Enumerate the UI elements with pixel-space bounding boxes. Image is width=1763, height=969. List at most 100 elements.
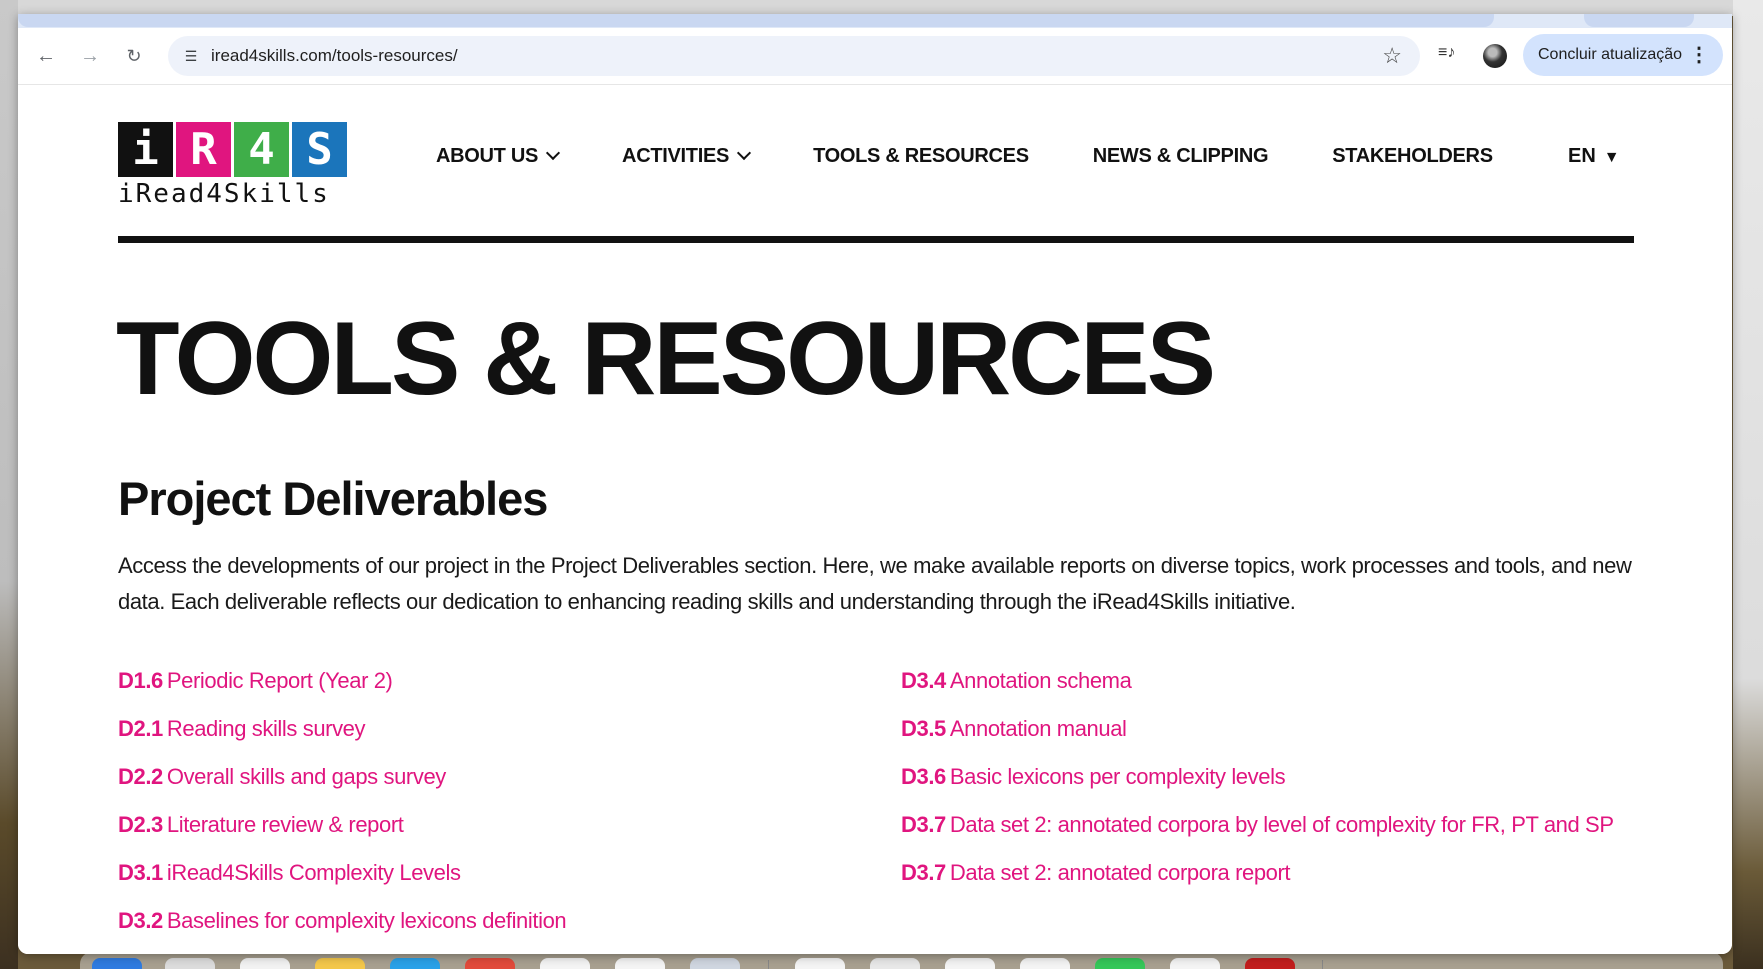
dock-app-icon[interactable] <box>615 958 665 969</box>
deliverable-title: Periodic Report (Year 2) <box>166 668 393 693</box>
active-tab[interactable] <box>18 14 1494 27</box>
dock-app-icon[interactable] <box>465 958 515 969</box>
forward-button[interactable]: → <box>76 42 104 70</box>
deliverable-code: D1.6 <box>118 668 163 693</box>
deliverable-code: D2.2 <box>118 764 163 789</box>
dock-app-icon[interactable] <box>1170 958 1220 969</box>
nav-label: TOOLS & RESOURCES <box>813 145 1029 167</box>
main-nav: ABOUT US ACTIVITIES TOOLS & RESOURCES NE… <box>436 145 1557 168</box>
deliverable-title: Reading skills survey <box>166 716 366 741</box>
arrow-left-icon: ← <box>36 45 56 67</box>
deliverable-title: iRead4Skills Complexity Levels <box>166 860 461 885</box>
deliverable-link[interactable]: D3.1 iRead4Skills Complexity Levels <box>118 855 878 890</box>
finish-update-button[interactable]: Concluir atualização ⋮ <box>1523 34 1723 76</box>
deliverable-link[interactable]: D3.6 Basic lexicons per complexity levels <box>901 759 1631 794</box>
deliverable-code: D3.7 <box>901 860 946 885</box>
nav-item-activities[interactable]: ACTIVITIES <box>622 145 752 168</box>
dock-app-icon[interactable] <box>240 958 290 969</box>
deliverable-code: D3.1 <box>118 860 163 885</box>
deliverable-title: Literature review & report <box>166 812 404 837</box>
deliverables-list-left: D1.6 Periodic Report (Year 2) D2.1 Reading… <box>118 663 878 951</box>
dock-app-icon[interactable] <box>1020 958 1070 969</box>
page-content: i R 4 S iRead4Skills ABOUT US ACTIVITIES… <box>18 85 1732 954</box>
deliverable-code: D3.6 <box>901 764 946 789</box>
dock-app-icon[interactable] <box>540 958 590 969</box>
deliverable-code: D2.3 <box>118 812 163 837</box>
nav-label: STAKEHOLDERS <box>1332 145 1493 167</box>
deliverable-code: D3.2 <box>118 908 163 933</box>
section-title: Project Deliverables <box>118 472 548 525</box>
desktop-left-edge <box>0 0 18 969</box>
header-divider <box>118 236 1634 243</box>
chevron-down-icon <box>736 145 752 161</box>
deliverable-link[interactable]: D2.1 Reading skills survey <box>118 711 878 746</box>
reading-list-icon[interactable]: ≡♪ <box>1438 44 1455 62</box>
deliverable-title: Data set 2: annotated corpora report <box>949 860 1291 885</box>
deliverable-link[interactable]: D3.4 Annotation schema <box>901 663 1631 698</box>
reload-button[interactable]: ↻ <box>120 42 148 70</box>
section-intro: Access the developments of our project i… <box>118 553 1632 614</box>
reload-icon: ↻ <box>126 46 142 66</box>
logo-tiles: i R 4 S <box>118 122 347 177</box>
language-label: EN <box>1568 145 1596 167</box>
deliverable-link[interactable]: D3.7 Data set 2: annotated corpora report <box>901 855 1631 890</box>
dock-separator <box>768 960 769 969</box>
dock-app-icon[interactable] <box>1245 958 1295 969</box>
address-bar[interactable]: ☰ iread4skills.com/tools-resources/ ☆ <box>168 36 1420 76</box>
chevron-down-icon <box>545 145 561 161</box>
logo-tile: R <box>176 122 231 177</box>
profile-avatar[interactable] <box>1483 44 1507 68</box>
nav-label: NEWS & CLIPPING <box>1092 145 1269 167</box>
url-text[interactable]: iread4skills.com/tools-resources/ <box>211 36 458 76</box>
dock-app-icon[interactable] <box>165 958 215 969</box>
deliverable-title: Baselines for complexity lexicons defini… <box>166 908 567 933</box>
dock-app-icon[interactable] <box>945 958 995 969</box>
deliverable-link[interactable]: D3.2 Baselines for complexity lexicons de… <box>118 903 878 938</box>
tab[interactable] <box>1584 14 1694 27</box>
deliverable-code: D2.1 <box>118 716 163 741</box>
deliverable-title: Annotation manual <box>949 716 1127 741</box>
logo-tile: S <box>292 122 347 177</box>
browser-toolbar: ← → ↻ ☰ iread4skills.com/tools-resources… <box>18 28 1732 85</box>
deliverable-title: Data set 2: annotated corpora by level o… <box>949 812 1614 837</box>
logo-tile: i <box>118 122 173 177</box>
kebab-menu-icon[interactable]: ⋮ <box>1689 34 1709 76</box>
caret-down-icon: ▼ <box>1603 149 1620 166</box>
nav-item-news-clipping[interactable]: NEWS & CLIPPING <box>1093 145 1269 168</box>
tab-strip <box>18 14 1732 28</box>
dock-separator <box>1322 960 1323 969</box>
deliverables-list-right: D3.4 Annotation schema D3.5 Annotation man… <box>901 663 1631 903</box>
page-title: TOOLS & RESOURCES <box>116 301 1216 417</box>
deliverable-code: D3.5 <box>901 716 946 741</box>
deliverable-title: Overall skills and gaps survey <box>166 764 446 789</box>
nav-item-tools-resources[interactable]: TOOLS & RESOURCES <box>813 145 1029 168</box>
nav-item-about-us[interactable]: ABOUT US <box>436 145 561 168</box>
desktop-right-edge <box>1733 0 1763 969</box>
language-selector[interactable]: EN ▼ <box>1568 145 1620 168</box>
site-logo[interactable]: i R 4 S iRead4Skills <box>118 122 347 209</box>
site-info-icon[interactable]: ☰ <box>180 45 202 67</box>
dock-app-icon[interactable] <box>1095 958 1145 969</box>
nav-item-stakeholders[interactable]: STAKEHOLDERS <box>1332 145 1493 168</box>
dock-finder-icon[interactable] <box>92 958 142 969</box>
bookmark-star-icon[interactable]: ☆ <box>1382 42 1402 70</box>
update-label: Concluir atualização <box>1538 46 1683 63</box>
deliverable-title: Basic lexicons per complexity levels <box>949 764 1286 789</box>
deliverable-link[interactable]: D3.7 Data set 2: annotated corpora by lev… <box>901 807 1631 842</box>
deliverable-link[interactable]: D2.3 Literature review & report <box>118 807 878 842</box>
dock-app-icon[interactable] <box>795 958 845 969</box>
dock-app-icon[interactable] <box>315 958 365 969</box>
dock-app-icon[interactable] <box>690 958 740 969</box>
logo-wordmark: iRead4Skills <box>118 179 330 209</box>
deliverable-link[interactable]: D2.2 Overall skills and gaps survey <box>118 759 878 794</box>
nav-label: ABOUT US <box>436 145 539 167</box>
deliverable-code: D3.4 <box>901 668 946 693</box>
deliverable-link[interactable]: D3.5 Annotation manual <box>901 711 1631 746</box>
arrow-right-icon: → <box>80 45 100 67</box>
back-button[interactable]: ← <box>32 42 60 70</box>
deliverable-title: Annotation schema <box>949 668 1132 693</box>
dock-app-icon[interactable] <box>870 958 920 969</box>
dock-app-icon[interactable] <box>390 958 440 969</box>
deliverable-link[interactable]: D1.6 Periodic Report (Year 2) <box>118 663 878 698</box>
browser-window: ← → ↻ ☰ iread4skills.com/tools-resources… <box>18 14 1732 954</box>
